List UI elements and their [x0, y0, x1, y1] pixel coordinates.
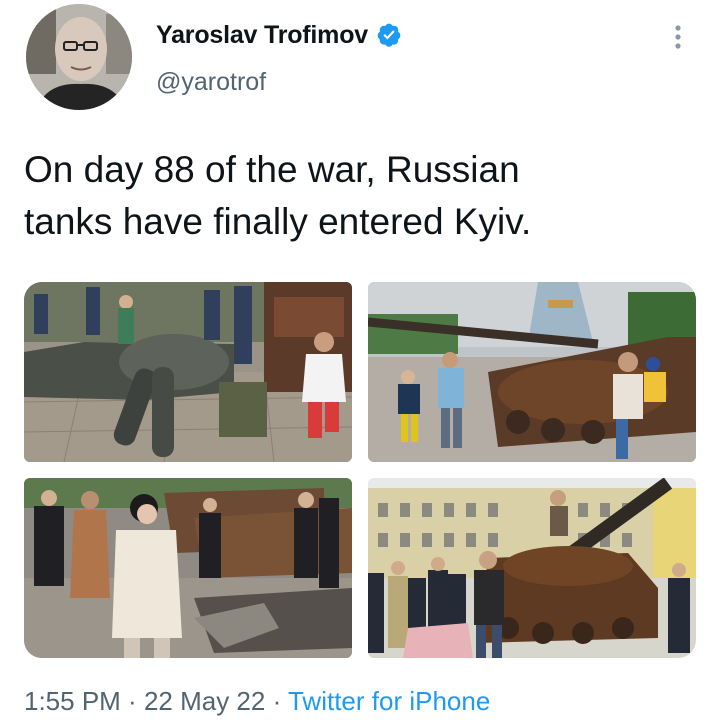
photo-3[interactable] [24, 478, 352, 658]
more-options-icon[interactable] [668, 22, 688, 52]
avatar-image [26, 4, 132, 110]
tweet-date[interactable]: 22 May 22 [144, 686, 265, 716]
tweet-time[interactable]: 1:55 PM [24, 686, 121, 716]
photo-1[interactable] [24, 282, 352, 462]
author-name[interactable]: Yaroslav Trofimov [156, 21, 368, 50]
media-grid [24, 282, 696, 660]
photo-3-image [24, 478, 352, 658]
tweet-text: On day 88 of the war, Russian tanks have… [24, 149, 532, 242]
author-handle[interactable]: @yarotrof [156, 68, 266, 97]
author-avatar[interactable] [26, 4, 132, 110]
meta-separator-2: · [265, 686, 288, 716]
tweet-source-link[interactable]: Twitter for iPhone [288, 686, 490, 716]
photo-2[interactable] [368, 282, 696, 462]
tweet-metadata: 1:55 PM · 22 May 22 · Twitter for iPhone [24, 686, 490, 717]
photo-4[interactable] [368, 478, 696, 658]
photo-2-image [368, 282, 696, 462]
photo-1-image [24, 282, 352, 462]
author-name-row[interactable]: Yaroslav Trofimov [156, 18, 402, 52]
meta-separator: · [120, 686, 144, 716]
verified-badge-icon [377, 23, 401, 47]
photo-4-image [368, 478, 696, 658]
